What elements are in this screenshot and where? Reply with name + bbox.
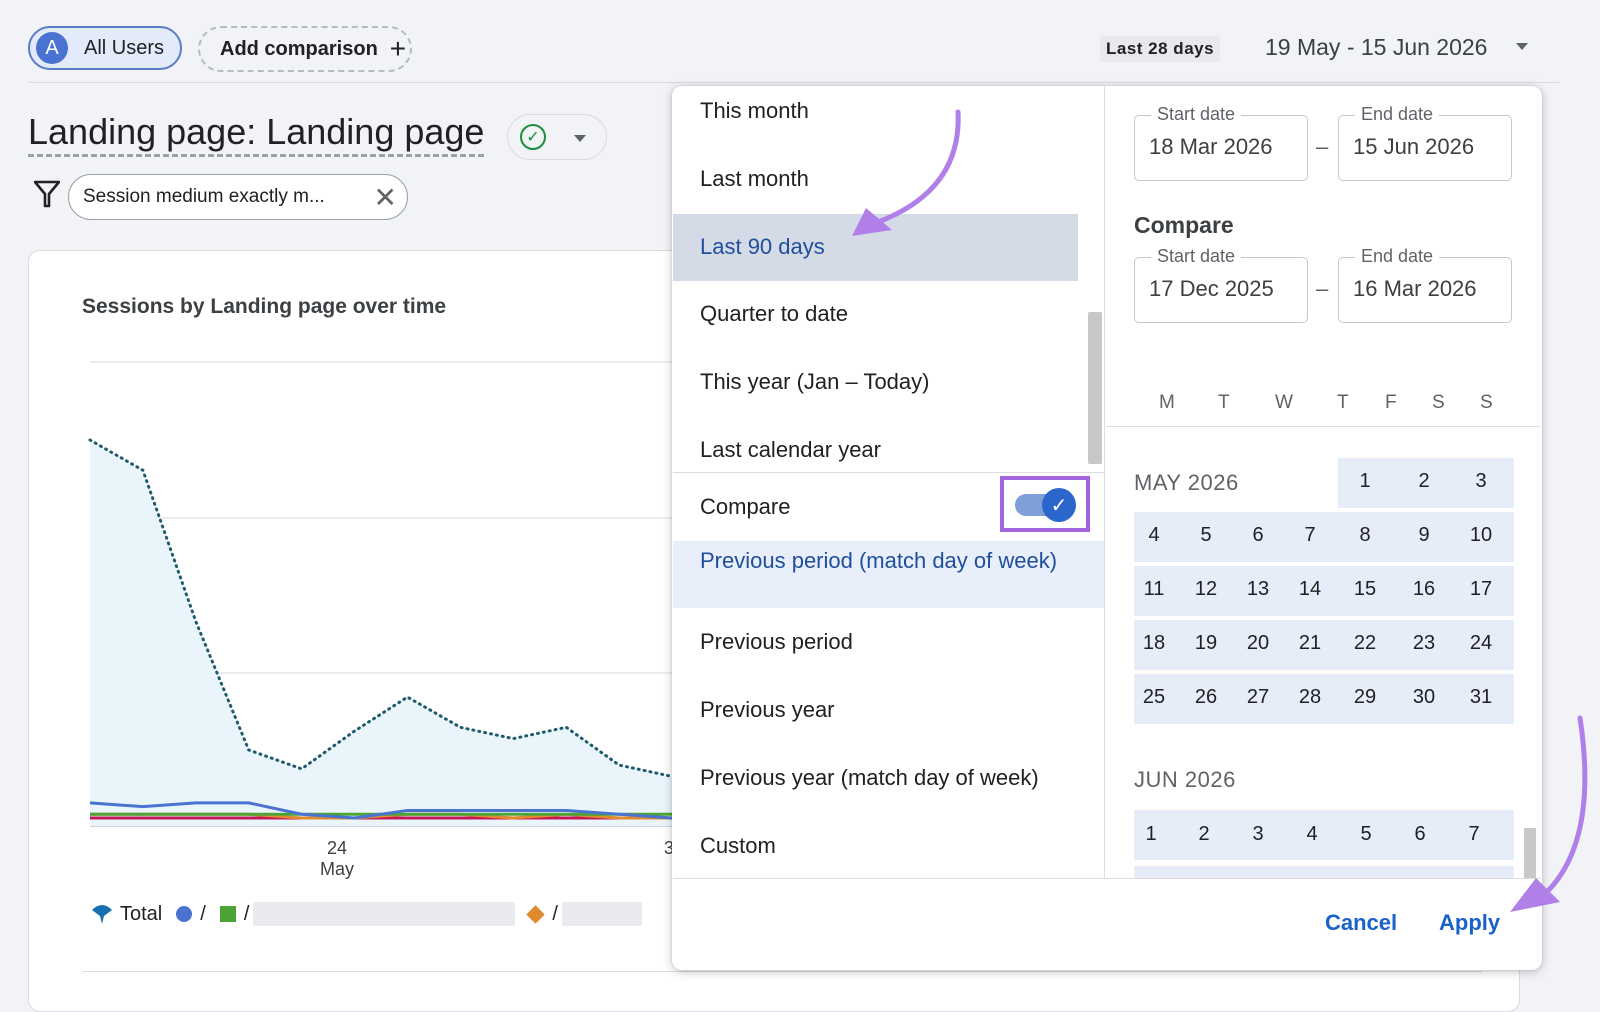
arrow-to-apply-icon — [1535, 715, 1588, 903]
arrow-to-last-90-days-icon — [875, 109, 961, 225]
annotation-arrows — [852, 109, 1588, 912]
arrow-head-icon — [852, 208, 892, 236]
